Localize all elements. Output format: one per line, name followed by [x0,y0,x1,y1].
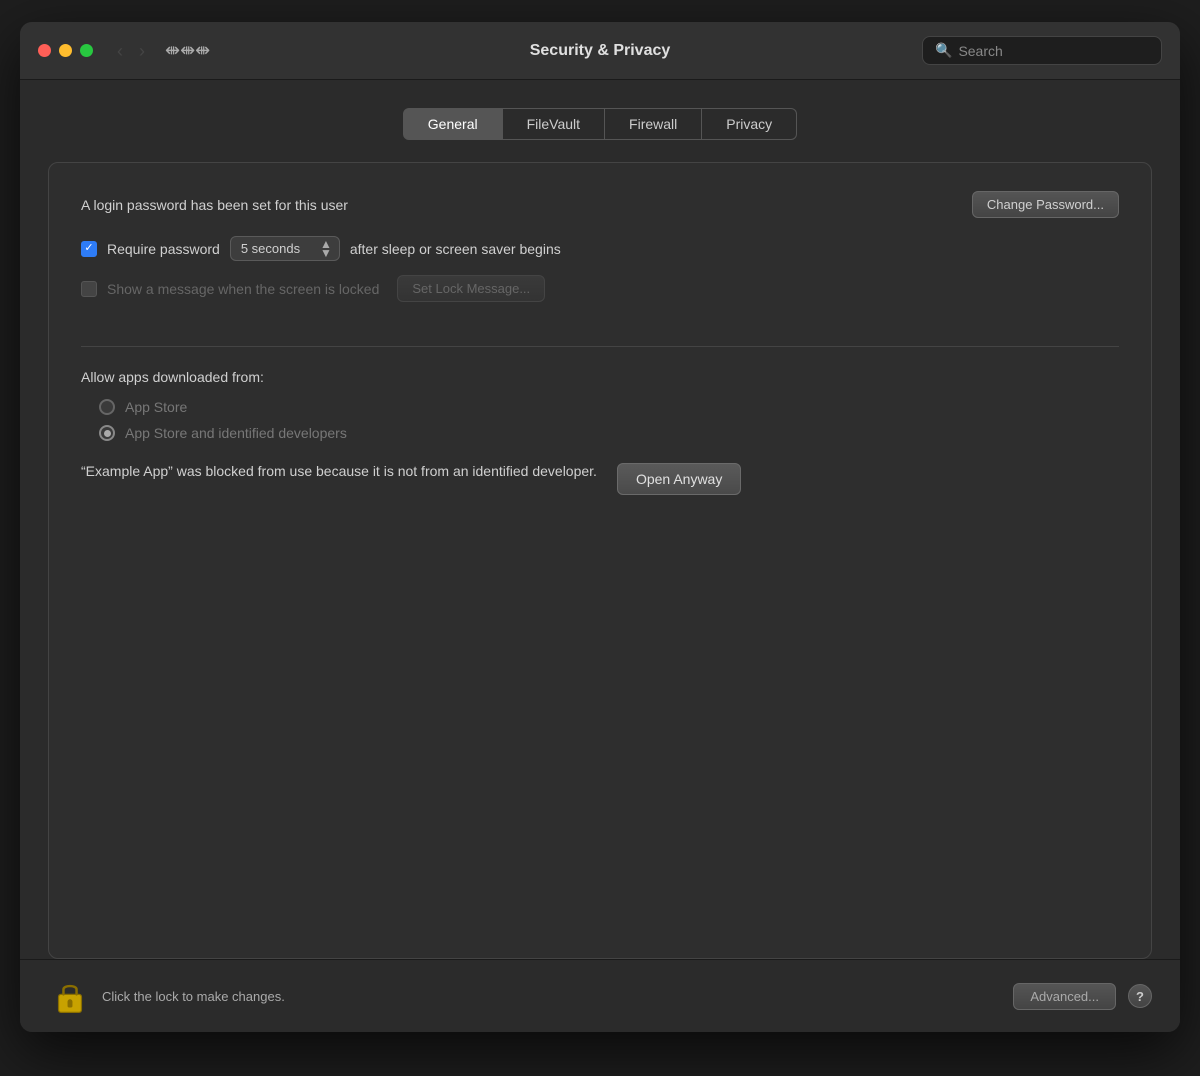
section-divider [81,346,1119,347]
tab-firewall[interactable]: Firewall [605,108,702,140]
password-time-select[interactable]: 5 seconds 1 minute 5 minutes 15 minutes … [230,236,340,261]
app-store-radio-row: App Store [99,399,1119,415]
require-password-label: Require password [107,241,220,257]
app-store-identified-radio-row: App Store and identified developers [99,425,1119,441]
bottom-bar: Click the lock to make changes. Advanced… [20,959,1180,1032]
advanced-button[interactable]: Advanced... [1013,983,1116,1010]
after-sleep-label: after sleep or screen saver begins [350,241,561,257]
help-button[interactable]: ? [1128,984,1152,1008]
tab-privacy[interactable]: Privacy [702,108,797,140]
set-lock-message-button[interactable]: Set Lock Message... [397,275,545,302]
lock-message-label: Show a message when the screen is locked [107,281,379,297]
search-input[interactable] [958,43,1149,59]
close-button[interactable] [38,44,51,57]
content-area: General FileVault Firewall Privacy A log… [20,80,1180,959]
nav-buttons: ‹ › [111,40,151,62]
main-window: ‹ › ⇼⇼⇼ Security & Privacy 🔍 General Fil… [20,22,1180,1032]
lock-icon-button[interactable] [48,974,92,1018]
checkmark-icon: ✓ [84,243,93,254]
require-password-checkbox[interactable]: ✓ [81,241,97,257]
app-store-label: App Store [125,399,187,415]
grid-icon[interactable]: ⇼⇼⇼ [165,40,210,61]
tab-general[interactable]: General [403,108,503,140]
password-set-label: A login password has been set for this u… [81,197,956,213]
search-box: 🔍 [922,36,1162,65]
lock-icon [52,978,88,1014]
minimize-button[interactable] [59,44,72,57]
maximize-button[interactable] [80,44,93,57]
window-title: Security & Privacy [530,42,671,60]
forward-button[interactable]: › [133,40,151,62]
password-row: A login password has been set for this u… [81,191,1119,218]
search-icon: 🔍 [935,42,952,59]
blocked-app-message: “Example App” was blocked from use becau… [81,461,597,482]
lock-message-checkbox[interactable] [81,281,97,297]
require-password-row: ✓ Require password 5 seconds 1 minute 5 … [81,236,1119,261]
app-store-identified-label: App Store and identified developers [125,425,347,441]
password-time-select-wrapper: 5 seconds 1 minute 5 minutes 15 minutes … [230,236,340,261]
lock-message-row: Show a message when the screen is locked… [81,275,1119,302]
traffic-lights [38,44,93,57]
allow-apps-label: Allow apps downloaded from: [81,369,1119,385]
back-button[interactable]: ‹ [111,40,129,62]
app-store-identified-radio[interactable] [99,425,115,441]
titlebar: ‹ › ⇼⇼⇼ Security & Privacy 🔍 [20,22,1180,80]
tab-filevault[interactable]: FileVault [503,108,605,140]
download-radio-group: App Store App Store and identified devel… [99,399,1119,441]
download-section: Allow apps downloaded from: App Store Ap… [81,369,1119,926]
open-anyway-button[interactable]: Open Anyway [617,463,741,495]
lock-status-text: Click the lock to make changes. [102,989,285,1004]
tabs: General FileVault Firewall Privacy [48,108,1152,140]
general-panel: A login password has been set for this u… [48,162,1152,959]
app-store-radio[interactable] [99,399,115,415]
blocked-app-row: “Example App” was blocked from use becau… [81,461,1119,495]
bottom-right-controls: Advanced... ? [1013,983,1152,1010]
change-password-button[interactable]: Change Password... [972,191,1119,218]
